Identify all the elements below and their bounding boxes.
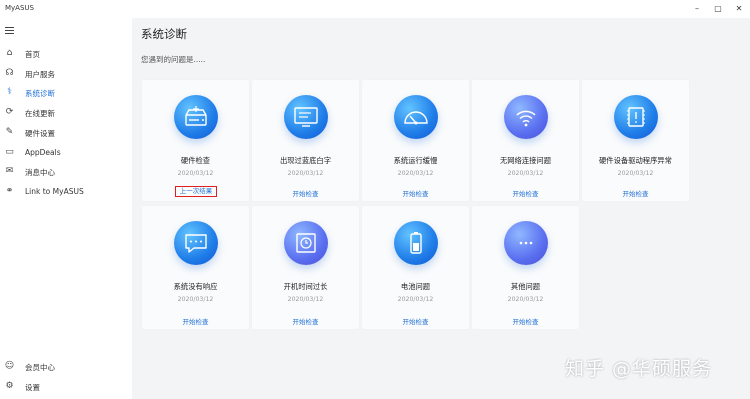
sidebar-item-hardware-settings[interactable]: ✎ 硬件设置 <box>0 124 132 142</box>
message-icon: ✉ <box>5 166 14 176</box>
sidebar-item-settings[interactable]: ⚙ 设置 <box>0 378 132 396</box>
card-date: 2020/03/12 <box>287 170 324 177</box>
page-title: 系统诊断 <box>141 27 187 41</box>
card-date: 2020/03/12 <box>287 296 324 303</box>
home-icon: ⌂ <box>6 48 13 58</box>
title-bar: MyASUS – ▢ ✕ <box>0 0 750 18</box>
start-check-link[interactable]: 开始检查 <box>362 188 469 198</box>
diagnosis-card-blue-screen[interactable]: 出现过蓝底白字 2020/03/12 开始检查 <box>252 80 359 201</box>
gear-icon: ⚙ <box>5 381 14 391</box>
minimize-button[interactable]: – <box>691 3 703 15</box>
start-check-link[interactable]: 开始检查 <box>142 316 249 326</box>
card-date: 2020/03/12 <box>507 170 544 177</box>
card-title: 系统运行缓慢 <box>393 156 438 165</box>
start-check-link[interactable]: 开始检查 <box>252 316 359 326</box>
diagnosis-card-hardware-check[interactable]: 硬件检查 2020/03/12 上一次结果 <box>142 80 249 201</box>
diagnosis-card-driver[interactable]: 硬件设备驱动程序异常 2020/03/12 开始检查 <box>582 80 689 201</box>
sidebar-item-label: 设置 <box>25 383 40 392</box>
update-icon: ⟳ <box>5 107 14 117</box>
sidebar-item-label: 系统诊断 <box>25 89 55 98</box>
headset-icon: ☊ <box>5 68 14 78</box>
sidebar-item-label: 用户服务 <box>25 70 55 79</box>
sidebar-item-home[interactable]: ⌂ 首页 <box>0 45 132 63</box>
sidebar-item-label: AppDeals <box>25 148 61 157</box>
diagnosis-card-network[interactable]: 无网络连接问题 2020/03/12 开始检查 <box>472 80 579 201</box>
battery-icon <box>394 221 438 265</box>
watermark: 知乎 @华硕服务 <box>565 358 713 380</box>
sidebar-item-label: 首页 <box>25 50 40 59</box>
card-date: 2020/03/12 <box>507 296 544 303</box>
app-title: MyASUS <box>5 4 34 12</box>
driver-chip-icon <box>614 95 658 139</box>
link-icon: ⚭ <box>5 186 14 196</box>
diagnosis-card-boot-time[interactable]: 开机时间过长 2020/03/12 开始检查 <box>252 206 359 329</box>
card-title: 无网络连接问题 <box>499 156 552 165</box>
diagnosis-card-battery[interactable]: 电池问题 2020/03/12 开始检查 <box>362 206 469 329</box>
sidebar-item-appdeals[interactable]: ▭ AppDeals <box>0 144 132 162</box>
sidebar: ⌂ 首页 ☊ 用户服务 ⚕ 系统诊断 ⟳ 在线更新 ✎ 硬件设置 ▭ AppDe… <box>0 18 132 399</box>
monitor-icon <box>284 95 328 139</box>
sidebar-item-label: 会员中心 <box>25 363 55 372</box>
sidebar-item-system-diagnosis[interactable]: ⚕ 系统诊断 <box>0 84 132 102</box>
card-title: 硬件设备驱动程序异常 <box>599 156 672 165</box>
wrench-icon: ✎ <box>5 127 14 137</box>
card-title: 出现过蓝底白字 <box>279 156 332 165</box>
sidebar-item-label: 硬件设置 <box>25 129 55 138</box>
appdeals-icon: ▭ <box>5 147 14 157</box>
card-title: 电池问题 <box>400 282 431 291</box>
sidebar-item-label: Link to MyASUS <box>25 187 84 196</box>
start-check-link[interactable]: 开始检查 <box>252 188 359 198</box>
card-date: 2020/03/12 <box>397 170 434 177</box>
start-check-link[interactable]: 开始检查 <box>362 316 469 326</box>
start-check-link[interactable]: 开始检查 <box>472 316 579 326</box>
sidebar-item-online-update[interactable]: ⟳ 在线更新 <box>0 104 132 122</box>
sidebar-item-message-center[interactable]: ✉ 消息中心 <box>0 163 132 181</box>
stethoscope-icon: ⚕ <box>7 87 12 97</box>
sidebar-item-member-center[interactable]: ☺ 会员中心 <box>0 358 132 376</box>
maximize-button[interactable]: ▢ <box>712 3 724 15</box>
diagnosis-card-other[interactable]: 其他问题 2020/03/12 开始检查 <box>472 206 579 329</box>
boot-time-icon <box>284 221 328 265</box>
start-check-link[interactable]: 开始检查 <box>582 188 689 198</box>
user-icon: ☺ <box>4 361 15 371</box>
card-date: 2020/03/12 <box>617 170 654 177</box>
page-subtitle: 您遇到的问题是..... <box>141 55 206 64</box>
sidebar-item-user-service[interactable]: ☊ 用户服务 <box>0 65 132 83</box>
card-title: 硬件检查 <box>180 156 211 165</box>
wifi-icon <box>504 95 548 139</box>
hardware-check-icon <box>174 95 218 139</box>
more-dots-icon <box>504 221 548 265</box>
card-title: 开机时间过长 <box>283 282 328 291</box>
chat-bubble-icon <box>174 221 218 265</box>
close-button[interactable]: ✕ <box>733 3 745 15</box>
card-title: 其他问题 <box>510 282 541 291</box>
diagnosis-card-slow-system[interactable]: 系统运行缓慢 2020/03/12 开始检查 <box>362 80 469 201</box>
sidebar-item-link-to-myasus[interactable]: ⚭ Link to MyASUS <box>0 183 132 201</box>
speedometer-icon <box>394 95 438 139</box>
sidebar-item-label: 消息中心 <box>25 168 55 177</box>
card-date: 2020/03/12 <box>397 296 434 303</box>
card-title: 系统没有响应 <box>173 282 218 291</box>
sidebar-item-label: 在线更新 <box>25 109 55 118</box>
last-result-link[interactable]: 上一次结果 <box>175 186 217 197</box>
card-date: 2020/03/12 <box>177 170 214 177</box>
card-date: 2020/03/12 <box>177 296 214 303</box>
hamburger-menu-icon[interactable] <box>5 27 14 34</box>
diagnosis-card-no-response[interactable]: 系统没有响应 2020/03/12 开始检查 <box>142 206 249 329</box>
start-check-link[interactable]: 开始检查 <box>472 188 579 198</box>
